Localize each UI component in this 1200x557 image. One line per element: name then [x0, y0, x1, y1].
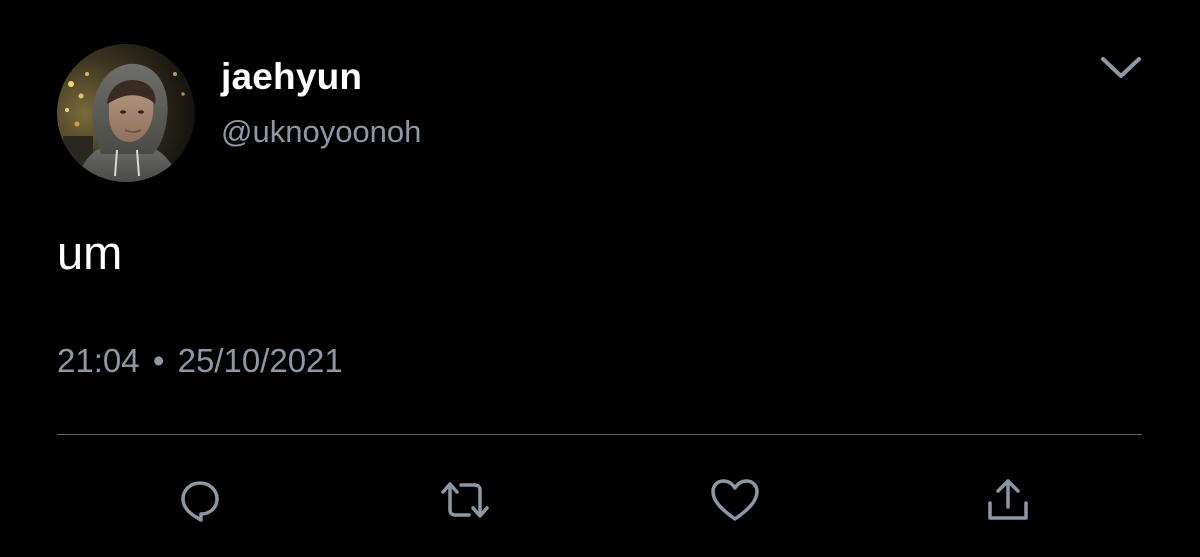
tweet-date: 25/10/2021	[177, 342, 343, 379]
tweet-detail: jaehyun @uknoyoonoh um 21:04 • 25/10/2021	[0, 0, 1200, 557]
heart-icon	[711, 479, 759, 521]
tweet-timestamp[interactable]: 21:04 • 25/10/2021	[57, 341, 343, 381]
more-options-button[interactable]	[1096, 48, 1146, 88]
divider	[57, 434, 1142, 435]
tweet-time: 21:04	[57, 342, 140, 379]
avatar-photo	[57, 44, 195, 182]
user-handle[interactable]: @uknoyoonoh	[221, 114, 421, 150]
chevron-down-icon	[1101, 57, 1141, 78]
meta-separator: •	[152, 342, 165, 379]
like-button[interactable]	[707, 474, 763, 526]
reply-icon	[181, 481, 219, 522]
avatar[interactable]	[57, 44, 195, 182]
display-name[interactable]: jaehyun	[221, 57, 362, 97]
tweet-text: um	[57, 226, 123, 279]
retweet-icon	[441, 482, 489, 518]
reply-button[interactable]	[172, 474, 228, 526]
share-button[interactable]	[980, 474, 1036, 526]
share-icon	[988, 479, 1028, 520]
retweet-button[interactable]	[437, 474, 493, 526]
